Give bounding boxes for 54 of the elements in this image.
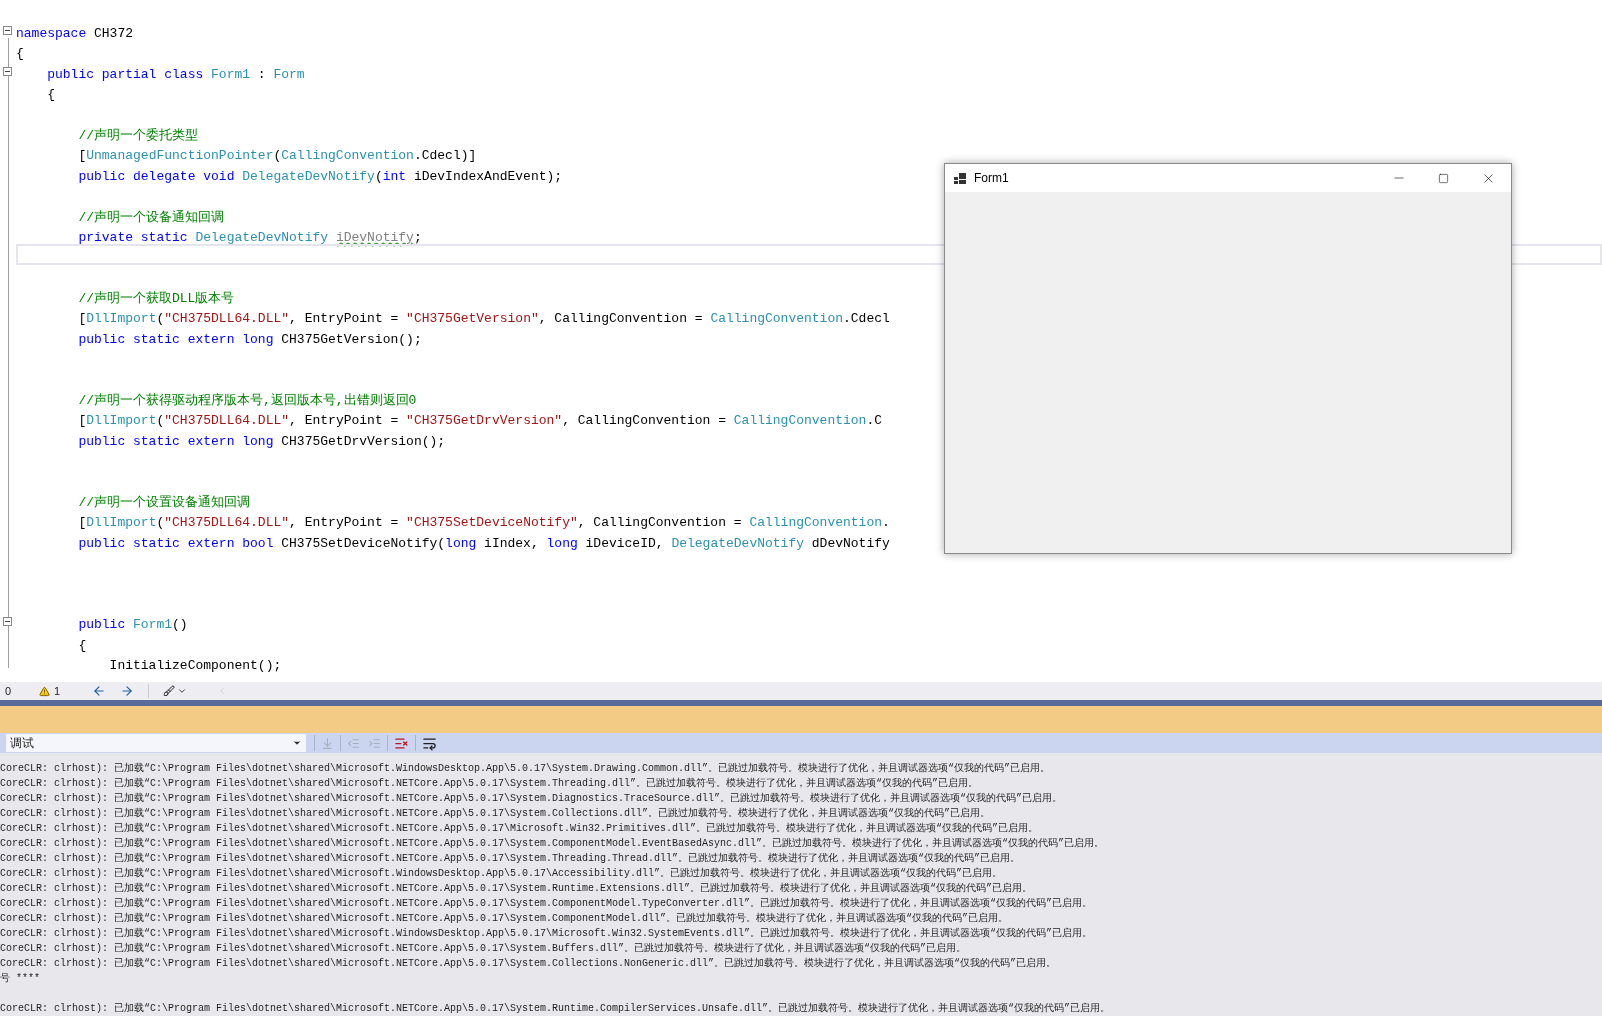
code-line: public static extern long CH375GetVersion();	[77, 331, 422, 347]
code-line: {	[77, 637, 87, 653]
output-line: CoreCLR: clrhost): 已加载“C:\Program Files\dotnet\shared\Microsoft.NETCore.App\5.0.17\System.ComponentModel.TypeConverter.dll”。已跳过加载符号。模块进行了优化，并且调试器选项“仅我的代码”已启用。	[0, 898, 1093, 909]
error-count[interactable]: 0	[5, 682, 35, 700]
code-line: //声明一个获得驱动程序版本号,返回版本号,出错则返回0	[77, 393, 417, 409]
window-title: Form1	[974, 170, 1009, 187]
forward-icon[interactable]	[120, 684, 135, 698]
code-line: [UnmanagedFunctionPointer(CallingConvention.Cdecl)]	[77, 148, 477, 164]
code-line: //声明一个委托类型	[77, 127, 198, 143]
output-line: CoreCLR: clrhost): 已加载“C:\Program Files\dotnet\shared\Microsoft.WindowsDesktop.App\5.0.17\System.Drawing.Common.dll”。已跳过加载符号。模块进行了优化，并且调试器选项“仅我的代码”已启用。	[0, 763, 1051, 774]
brush-icon[interactable]	[163, 685, 176, 697]
output-line: CoreCLR: clrhost): 已加载“C:\Program Files\dotnet\shared\Microsoft.WindowsDesktop.App\5.0.17\Microsoft.Win32.SystemEvents.dll”。已跳过加载符号。模块进行了优化，并且调试器选项“仅我的代码”已启用。	[0, 928, 1093, 939]
maximize-icon	[1438, 172, 1449, 184]
code-line: {	[16, 46, 24, 62]
collapse-icon[interactable]	[3, 26, 12, 35]
code-line: public partial class Form1 : Form	[46, 66, 305, 82]
warning-icon	[39, 685, 50, 697]
output-line: CoreCLR: clrhost): 已加载“C:\Program Files\dotnet\shared\Microsoft.WindowsDesktop.App\5.0.17\Accessibility.dll”。已跳过加载符号。模块进行了优化，并且调试器选项“仅我的代码”已启用。	[0, 868, 1003, 879]
output-line: CoreCLR: clrhost): 已加载“C:\Program Files\dotnet\shared\Microsoft.NETCore.App\5.0.17\System.Runtime.CompilerServices.Unsafe.dll”。已跳过加载符号。模块进行了优化，并且调试器选项“仅我的代码”已启用。	[0, 1003, 1111, 1014]
code-line: [DllImport("CH375DLL64.DLL", EntryPoint = "CH375SetDeviceNotify", CallingConvention = CallingConvention.	[77, 515, 890, 531]
code-line: //声明一个设置设备通知回调	[77, 495, 250, 510]
code-line: //声明一个获取DLL版本号	[77, 291, 235, 307]
output-source-dropdown[interactable]: 调试	[6, 734, 306, 752]
caret-icon[interactable]	[177, 686, 188, 696]
output-line: CoreCLR: clrhost): 已加载“C:\Program Files\dotnet\shared\Microsoft.NETCore.App\5.0.17\System.Buffers.dll”。已跳过加载符号。模块进行了优化，并且调试器选项“仅我的代码”已启用。	[0, 943, 967, 954]
output-line: CoreCLR: clrhost): 已加载“C:\Program Files\dotnet\shared\Microsoft.NETCore.App\5.0.17\System.Runtime.Extensions.dll”。已跳过加载符号。模块进行了优化，并且调试器选项“仅我的代码”已启用。	[0, 883, 1033, 894]
code-line: {	[46, 87, 55, 103]
collapse-icon[interactable]	[3, 66, 12, 76]
code-line: public Form1()	[77, 617, 188, 633]
code-line: public static extern long CH375GetDrvVersion();	[77, 433, 446, 449]
back-icon[interactable]	[92, 684, 107, 698]
code-line: //声明一个设备通知回调	[77, 209, 224, 225]
output-line: CoreCLR: clrhost): 已加载“C:\Program Files\dotnet\shared\Microsoft.NETCore.App\5.0.17\System.ComponentModel.dll”。已跳过加载符号。模块进行了优化，并且调试器选项“仅我的代码”已启用。	[0, 913, 1009, 924]
output-line: CoreCLR: clrhost): 已加载“C:\Program Files\dotnet\shared\Microsoft.NETCore.App\5.0.17\System.Collections.NonGeneric.dll”。已跳过加载符号。模块进行了优化，并且调试器选项“仅我的代码”已启用。	[0, 958, 1057, 969]
code-line: namespace CH372	[16, 26, 134, 41]
code-line: [DllImport("CH375DLL64.DLL", EntryPoint = "CH375GetDrvVersion", CallingConvention = CallingConvention.C	[77, 413, 882, 429]
code-line: [DllImport("CH375DLL64.DLL", EntryPoint = "CH375GetVersion", CallingConvention = CallingConvention.Cdecl	[77, 311, 890, 327]
output-line: CoreCLR: clrhost): 已加载“C:\Program Files\dotnet\shared\Microsoft.NETCore.App\5.0.17\System.Diagnostics.TraceSource.dll”。已跳过加载符号。模块进行了优化，并且调试器选项“仅我的代码”已启用。	[0, 793, 1063, 804]
code-line: public delegate void DelegateDevNotify(int iDevIndexAndEvent);	[77, 168, 563, 184]
warning-count[interactable]: 1	[54, 682, 61, 700]
output-line: CoreCLR: clrhost): 已加载“C:\Program Files\dotnet\shared\Microsoft.NETCore.App\5.0.17\System.Threading.Thread.dll”。已跳过加载符号。模块进行了优化，并且调试器选项“仅我的代码”已启用。	[0, 853, 1021, 864]
code-line: public static extern bool CH375SetDeviceNotify(long iIndex, long iDeviceID, DelegateDevNotify dDevNotify	[77, 535, 890, 551]
code-line: private static DelegateDevNotify iDevNotify;	[77, 229, 422, 245]
clear-all-icon[interactable]	[394, 735, 409, 751]
word-wrap-icon[interactable]	[422, 735, 437, 751]
output-line: CoreCLR: clrhost): 已加载“C:\Program Files\dotnet\shared\Microsoft.NETCore.App\5.0.17\System.Collections.dll”。已跳过加载符号。模块进行了优化，并且调试器选项“仅我的代码”已启用。	[0, 808, 991, 819]
caret-icon	[292, 738, 302, 748]
output-line: CoreCLR: clrhost): 已加载“C:\Program Files\dotnet\shared\Microsoft.NETCore.App\5.0.17\System.ComponentModel.EventBasedAsync.dll”。已跳过加载符号。模块进行了优化，并且调试器选项“仅我的代码”已启用。	[0, 838, 1105, 849]
collapse-icon[interactable]	[3, 617, 12, 627]
output-line: CoreCLR: clrhost): 已加载“C:\Program Files\dotnet\shared\Microsoft.NETCore.App\5.0.17\Microsoft.Win32.Primitives.dll”。已跳过加载符号。模块进行了优化，并且调试器选项“仅我的代码”已启用。	[0, 823, 1039, 834]
code-line: InitializeComponent();	[108, 658, 282, 674]
output-line: CoreCLR: clrhost): 已加载“C:\Program Files\dotnet\shared\Microsoft.NETCore.App\5.0.17\System.Threading.dll”。已跳过加载符号。模块进行了优化，并且调试器选项“仅我的代码”已启用。	[0, 778, 979, 789]
app-icon	[954, 172, 966, 184]
output-line: 号 ****	[0, 973, 40, 984]
